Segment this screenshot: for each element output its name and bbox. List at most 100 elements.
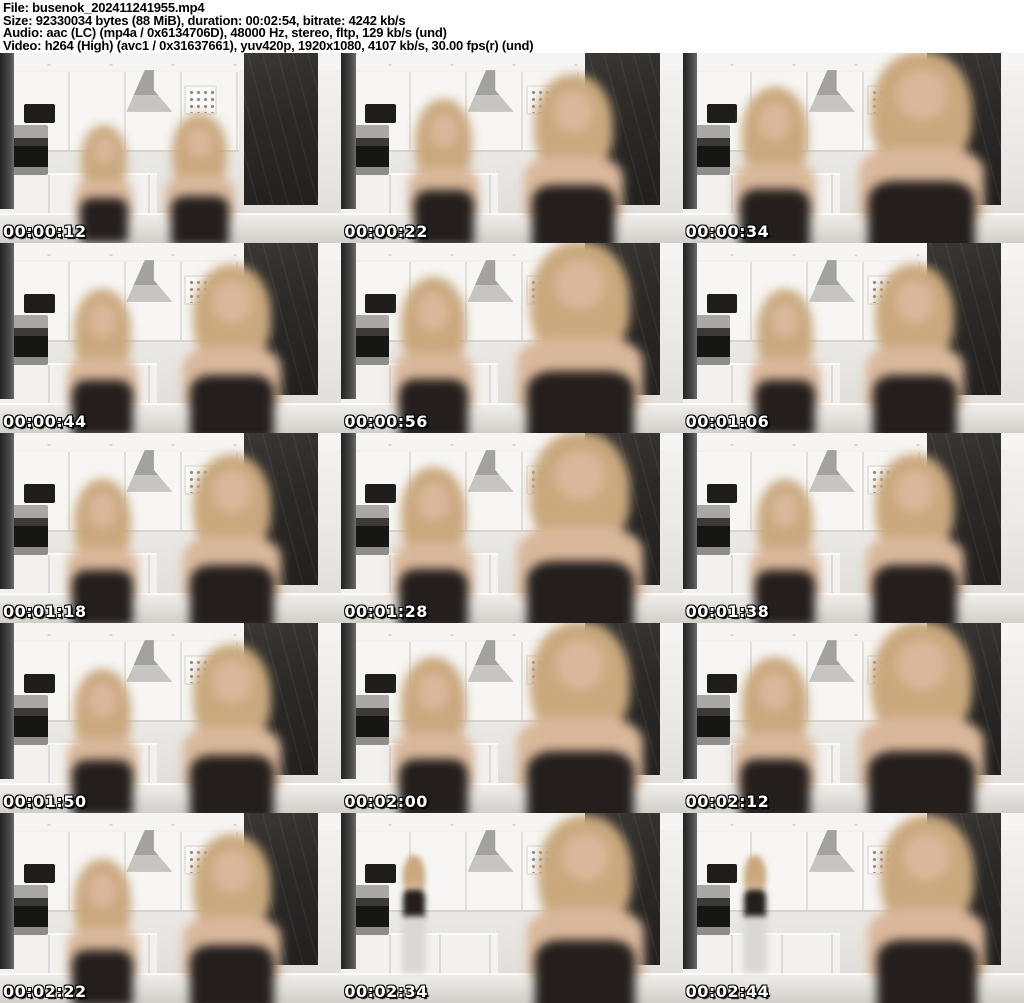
face-shape (417, 292, 450, 331)
person-silhouette-right (853, 454, 976, 623)
face-shape (212, 470, 251, 513)
kitchen-scene (0, 433, 341, 623)
timestamp-overlay: 00:00:34 (686, 222, 770, 241)
oven-silhouette (9, 505, 48, 554)
fridge-silhouette (0, 433, 14, 589)
chalkboard-panel (244, 53, 318, 205)
face-shape (554, 90, 593, 133)
video-thumbnail[interactable]: 00:02:00 (341, 623, 682, 813)
fridge-silhouette (0, 623, 14, 779)
person-silhouette-right (853, 264, 976, 433)
kitchen-scene (683, 813, 1024, 1003)
person-silhouette-left (382, 657, 484, 813)
vent-grille (184, 85, 217, 115)
video-thumbnail[interactable]: 00:01:28 (341, 433, 682, 623)
video-thumbnail[interactable]: 00:02:22 (0, 813, 341, 1003)
oven-silhouette (691, 885, 730, 934)
video-thumbnail[interactable]: 00:02:34 (341, 813, 682, 1003)
face-shape (212, 280, 251, 323)
top-shape (190, 945, 274, 1003)
person-silhouette-right (171, 454, 294, 623)
timestamp-overlay: 00:01:18 (3, 602, 87, 621)
oven-silhouette (9, 885, 48, 934)
kitchen-scene (341, 53, 682, 243)
person-silhouette-left (382, 277, 484, 433)
microwave-silhouette (24, 294, 55, 313)
fridge-silhouette (0, 243, 14, 399)
pants-shape (402, 916, 426, 973)
top-shape (868, 751, 975, 813)
fridge-silhouette (683, 243, 697, 399)
video-thumbnail[interactable]: 00:00:56 (341, 243, 682, 433)
microwave-silhouette (24, 864, 55, 883)
fridge-silhouette (341, 53, 355, 209)
kitchen-scene (683, 433, 1024, 623)
person-silhouette-right (171, 264, 294, 433)
video-info-line: Video: h264 (High) (avc1 / 0x31637661), … (3, 40, 1024, 53)
oven-silhouette (350, 885, 389, 934)
person-silhouette-right (502, 623, 659, 813)
microwave-silhouette (707, 294, 738, 313)
timestamp-overlay: 00:02:22 (3, 982, 87, 1001)
face-shape (771, 492, 799, 528)
timestamp-overlay: 00:02:12 (686, 792, 770, 811)
fridge-silhouette (341, 813, 355, 969)
timestamp-overlay: 00:01:06 (686, 412, 770, 431)
microwave-silhouette (365, 104, 396, 123)
face-shape (895, 470, 934, 513)
person-silhouette-left (382, 467, 484, 623)
timestamp-overlay: 00:01:28 (344, 602, 428, 621)
person-silhouette-right (512, 74, 635, 243)
face-shape (758, 102, 791, 141)
timestamp-overlay: 00:02:34 (344, 982, 428, 1001)
fridge-silhouette (341, 433, 355, 589)
top-shape (171, 196, 229, 243)
face-shape (417, 482, 450, 521)
microwave-silhouette (24, 674, 55, 693)
timestamp-overlay: 00:00:44 (3, 412, 87, 431)
oven-silhouette (691, 505, 730, 554)
face-shape (896, 70, 946, 120)
top-shape (80, 198, 129, 243)
video-thumbnail[interactable]: 00:01:50 (0, 623, 341, 813)
face-shape (186, 126, 213, 158)
face-shape (88, 682, 116, 718)
top-shape (190, 375, 274, 433)
oven-silhouette (9, 695, 48, 744)
face-shape (212, 850, 251, 893)
video-thumbnail[interactable]: 00:00:22 (341, 53, 682, 243)
microwave-silhouette (365, 864, 396, 883)
timestamp-overlay: 00:00:22 (344, 222, 428, 241)
top-shape (868, 181, 975, 243)
video-thumbnail[interactable]: 00:00:12 (0, 53, 341, 243)
fridge-silhouette (683, 623, 697, 779)
face-shape (758, 672, 791, 711)
thumbnail-grid: 00:00:12 (0, 53, 1024, 1003)
video-thumbnail[interactable]: 00:01:38 (683, 433, 1024, 623)
kitchen-scene (683, 243, 1024, 433)
top-shape (873, 375, 957, 433)
video-thumbnail[interactable]: 00:02:12 (683, 623, 1024, 813)
person-silhouette-right (502, 243, 659, 433)
video-thumbnail[interactable]: 00:00:44 (0, 243, 341, 433)
timestamp-overlay: 00:00:12 (3, 222, 87, 241)
person-silhouette-right (843, 53, 1000, 243)
person-silhouette-left (734, 855, 777, 973)
pants-shape (743, 916, 767, 973)
timestamp-overlay: 00:01:38 (686, 602, 770, 621)
top-shape (527, 371, 634, 433)
person-silhouette-left (393, 855, 436, 973)
video-thumbnail[interactable]: 00:01:18 (0, 433, 341, 623)
fridge-silhouette (0, 53, 14, 209)
face-shape (562, 833, 609, 881)
top-shape (403, 890, 425, 918)
video-thumbnail[interactable]: 00:00:34 (683, 53, 1024, 243)
fridge-silhouette (341, 623, 355, 779)
oven-silhouette (350, 125, 389, 174)
oven-silhouette (9, 125, 48, 174)
person-silhouette-right (171, 834, 294, 1003)
kitchen-scene (0, 813, 341, 1003)
face-shape (88, 302, 116, 338)
video-thumbnail[interactable]: 00:02:44 (683, 813, 1024, 1003)
video-thumbnail[interactable]: 00:01:06 (683, 243, 1024, 433)
